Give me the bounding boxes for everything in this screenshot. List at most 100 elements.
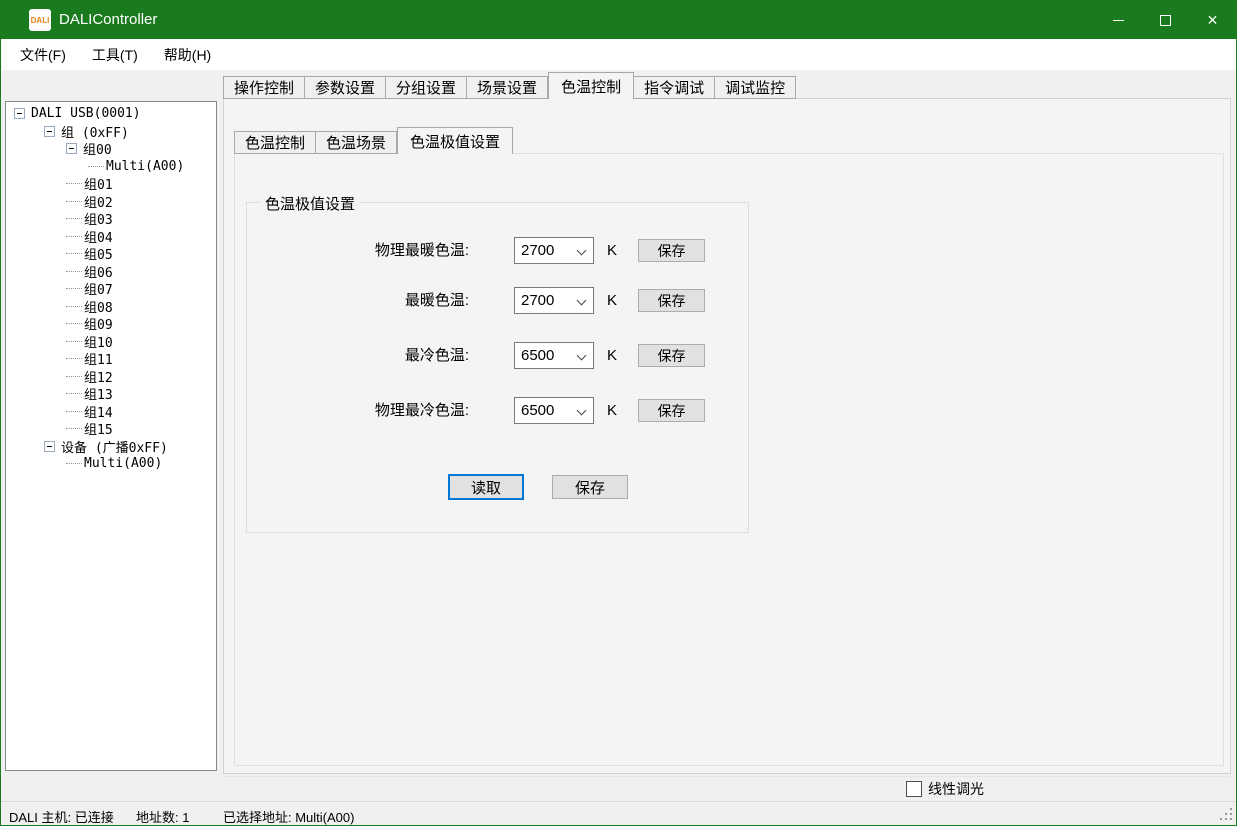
- subtab-color-temp-control[interactable]: 色温控制: [234, 131, 316, 154]
- tree-connector: [66, 358, 82, 359]
- physical-coolest-save-button[interactable]: 保存: [638, 399, 705, 422]
- linear-dimming-checkbox[interactable]: 线性调光: [906, 779, 984, 799]
- device-tree: DALI USB(0001) 组 (0xFF) 组00 Multi(A00) 组…: [5, 101, 217, 771]
- tree-item-multi-a00-broadcast[interactable]: Multi(A00): [6, 455, 216, 473]
- statusbar: DALI 主机: 已连接 地址数: 1 已选择地址: Multi(A00): [1, 801, 1236, 826]
- tree-connector: [66, 271, 82, 272]
- tree-item-group10[interactable]: 组10: [6, 333, 216, 351]
- tab-operation-control[interactable]: 操作控制: [223, 76, 305, 99]
- physical-coolest-combobox[interactable]: 6500: [514, 397, 594, 424]
- tree-item-group09[interactable]: 组09: [6, 315, 216, 333]
- groupbox-title: 色温极值设置: [260, 193, 360, 214]
- tab-color-temp-control[interactable]: 色温控制: [548, 72, 634, 99]
- menu-help[interactable]: 帮助(H): [164, 45, 211, 65]
- tree-connector: [66, 288, 82, 289]
- menu-tools[interactable]: 工具(T): [92, 45, 138, 65]
- save-button[interactable]: 保存: [552, 475, 628, 499]
- tree-item-dali-usb[interactable]: DALI USB(0001): [6, 105, 216, 123]
- menu-file[interactable]: 文件(F): [20, 45, 66, 65]
- maximize-button[interactable]: [1142, 1, 1189, 39]
- tree-item-group08[interactable]: 组08: [6, 298, 216, 316]
- titlebar: DALI DALIController ×: [1, 1, 1236, 39]
- warmest-combobox[interactable]: 2700: [514, 287, 594, 314]
- close-icon: ×: [1207, 11, 1218, 29]
- unit-label: K: [607, 237, 627, 264]
- read-button[interactable]: 读取: [448, 474, 524, 500]
- tree-item-group-ff[interactable]: 组 (0xFF): [6, 123, 216, 141]
- app-window: DALI DALIController × 文件(F) 工具(T) 帮助(H) …: [0, 0, 1237, 826]
- physical-warmest-label: 物理最暖色温:: [251, 237, 469, 264]
- tree-connector: [88, 166, 104, 167]
- physical-warmest-combobox[interactable]: 2700: [514, 237, 594, 264]
- coolest-save-button[interactable]: 保存: [638, 344, 705, 367]
- tree-item-group06[interactable]: 组06: [6, 263, 216, 281]
- tree-connector: [66, 323, 82, 324]
- tree-item-group02[interactable]: 组02: [6, 193, 216, 211]
- minimize-button[interactable]: [1095, 1, 1142, 39]
- coolest-combobox[interactable]: 6500: [514, 342, 594, 369]
- tree-item-device-broadcast[interactable]: 设备 (广播0xFF): [6, 438, 216, 456]
- resize-grip[interactable]: [1220, 818, 1222, 820]
- tree-item-group07[interactable]: 组07: [6, 280, 216, 298]
- tree-item-group14[interactable]: 组14: [6, 403, 216, 421]
- tree-item-group03[interactable]: 组03: [6, 210, 216, 228]
- tree-item-multi-a00[interactable]: Multi(A00): [6, 158, 216, 176]
- tab-parameter-settings[interactable]: 参数设置: [305, 76, 386, 99]
- collapse-icon[interactable]: [66, 143, 77, 154]
- tree-item-group04[interactable]: 组04: [6, 228, 216, 246]
- tree-connector: [66, 236, 82, 237]
- combobox-value: 2700: [521, 292, 554, 309]
- chevron-down-icon: [577, 246, 587, 256]
- warmest-save-button[interactable]: 保存: [638, 289, 705, 312]
- collapse-icon[interactable]: [44, 126, 55, 137]
- tree-item-group11[interactable]: 组11: [6, 350, 216, 368]
- main-tabstrip: 操作控制 参数设置 分组设置 场景设置 色温控制 指令调试 调试监控: [223, 72, 796, 99]
- chevron-down-icon: [577, 296, 587, 306]
- unit-label: K: [607, 342, 627, 369]
- app-icon: DALI: [29, 9, 51, 31]
- combobox-value: 6500: [521, 402, 554, 419]
- physical-warmest-save-button[interactable]: 保存: [638, 239, 705, 262]
- tree-item-group15[interactable]: 组15: [6, 420, 216, 438]
- subtab-color-temp-extremes[interactable]: 色温极值设置: [397, 127, 513, 154]
- collapse-icon[interactable]: [44, 441, 55, 452]
- tree-item-group13[interactable]: 组13: [6, 385, 216, 403]
- tab-command-debug[interactable]: 指令调试: [634, 76, 715, 99]
- tree-item-group05[interactable]: 组05: [6, 245, 216, 263]
- chevron-down-icon: [577, 406, 587, 416]
- physical-coolest-label: 物理最冷色温:: [251, 397, 469, 424]
- combobox-value: 6500: [521, 347, 554, 364]
- minimize-icon: [1113, 20, 1124, 21]
- tree-item-group12[interactable]: 组12: [6, 368, 216, 386]
- tree-connector: [66, 201, 82, 202]
- menubar: 文件(F) 工具(T) 帮助(H): [2, 39, 1236, 70]
- collapse-icon[interactable]: [14, 108, 25, 119]
- status-selected-address: 已选择地址: Multi(A00): [223, 807, 354, 826]
- tab-grouping-settings[interactable]: 分组设置: [386, 76, 467, 99]
- status-address-count: 地址数: 1: [136, 807, 189, 826]
- tree-connector: [66, 218, 82, 219]
- checkbox-box-icon: [906, 781, 922, 797]
- divider: [223, 776, 1231, 777]
- window-title: DALIController: [59, 11, 157, 28]
- tree-connector: [66, 428, 82, 429]
- tree-connector: [66, 306, 82, 307]
- subtab-color-temp-scene[interactable]: 色温场景: [316, 131, 397, 154]
- tree-item-group00[interactable]: 组00: [6, 140, 216, 158]
- tree-item-group01[interactable]: 组01: [6, 175, 216, 193]
- unit-label: K: [607, 287, 627, 314]
- warmest-label: 最暖色温:: [251, 287, 469, 314]
- combobox-value: 2700: [521, 242, 554, 259]
- sub-tabstrip: 色温控制 色温场景 色温极值设置: [234, 127, 513, 154]
- close-button[interactable]: ×: [1189, 1, 1236, 39]
- maximize-icon: [1160, 15, 1171, 26]
- tab-debug-monitor[interactable]: 调试监控: [715, 76, 796, 99]
- tree-connector: [66, 463, 82, 464]
- status-host: DALI 主机: 已连接: [9, 807, 114, 826]
- tree-connector: [66, 376, 82, 377]
- tree-connector: [66, 393, 82, 394]
- tab-scene-settings[interactable]: 场景设置: [467, 76, 548, 99]
- window-controls: ×: [1095, 1, 1236, 39]
- tree-connector: [66, 183, 82, 184]
- tree-connector: [66, 411, 82, 412]
